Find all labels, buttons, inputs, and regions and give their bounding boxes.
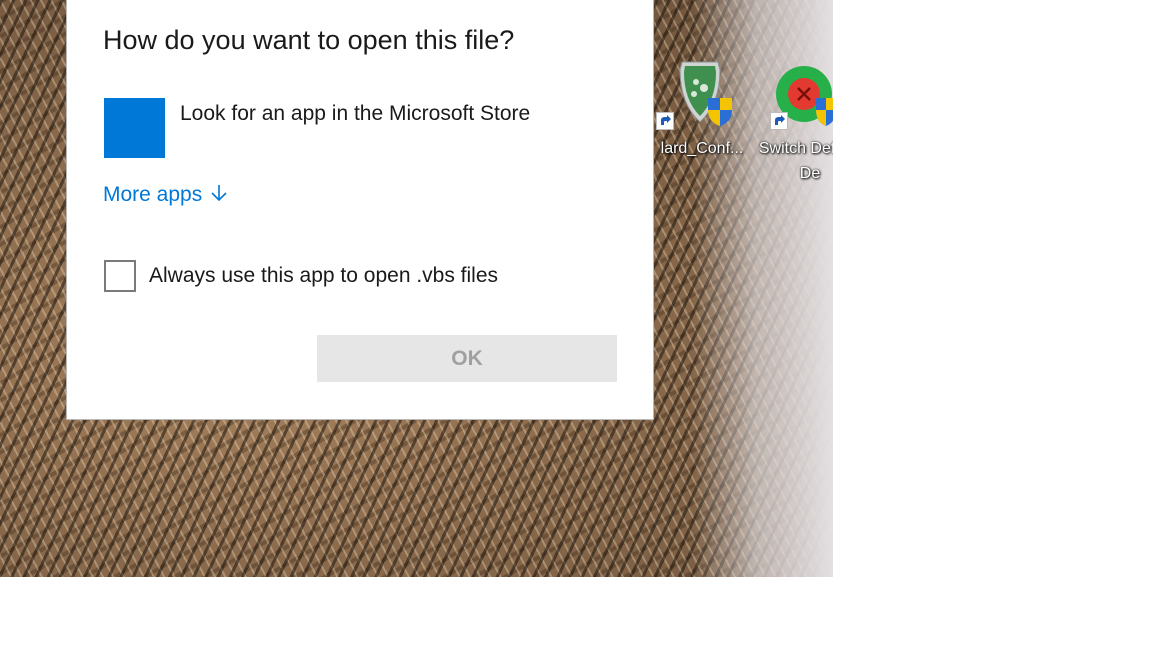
ok-button[interactable]: OK bbox=[317, 335, 617, 382]
dialog-title: How do you want to open this file? bbox=[103, 25, 515, 55]
more-apps-label: More apps bbox=[103, 183, 203, 206]
always-use-label: Always use this app to open .vbs files bbox=[149, 264, 499, 287]
desktop-icon-config[interactable]: lard_Conf... bbox=[654, 58, 750, 188]
always-use-checkbox[interactable] bbox=[104, 260, 136, 292]
store-option[interactable]: Look for an app in the Microsoft Store bbox=[104, 98, 624, 160]
more-apps-link[interactable]: More apps bbox=[103, 183, 228, 209]
microsoft-store-tile-icon bbox=[104, 98, 165, 158]
store-option-label: Look for an app in the Microsoft Store bbox=[180, 102, 531, 125]
open-with-dialog: How do you want to open this file? Look … bbox=[66, 0, 654, 420]
shortcut-arrow-icon bbox=[770, 112, 788, 130]
desktop-icon-label: lard_Conf... bbox=[660, 140, 744, 157]
arrow-down-icon bbox=[210, 183, 228, 209]
desktop-icon-switch-default[interactable]: Switch Default De bbox=[758, 58, 833, 188]
shortcut-arrow-icon bbox=[656, 112, 674, 130]
desktop-icon-label: Switch Default De bbox=[758, 140, 833, 182]
shield-config-icon bbox=[679, 61, 732, 126]
